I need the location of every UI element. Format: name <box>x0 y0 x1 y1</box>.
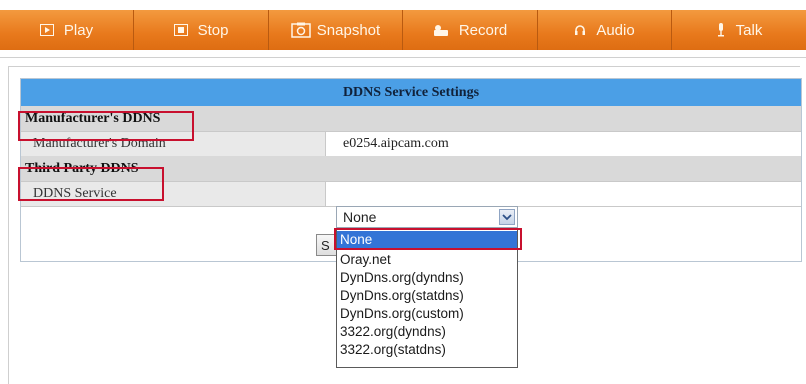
audio-button[interactable]: Audio <box>538 10 672 50</box>
audio-label: Audio <box>596 21 635 39</box>
toolbar: Play Stop Snapshot Record Audio Talk <box>0 0 806 58</box>
option-oray[interactable]: Oray.net <box>337 251 517 269</box>
play-button[interactable]: Play <box>0 10 134 50</box>
panel-title: DDNS Service Settings <box>342 84 480 100</box>
manufacturer-domain-value: e0254.aipcam.com <box>343 136 449 151</box>
toolbar-strip: Play Stop Snapshot Record Audio Talk <box>0 10 806 50</box>
stop-button[interactable]: Stop <box>134 10 269 50</box>
record-button[interactable]: Record <box>403 10 538 50</box>
option-3322-dyndns[interactable]: 3322.org(dyndns) <box>337 323 517 341</box>
save-button-label: S <box>321 237 330 253</box>
headphones-icon <box>574 24 586 36</box>
record-label: Record <box>458 21 508 39</box>
snapshot-label: Snapshot <box>316 21 381 39</box>
talk-button[interactable]: Talk <box>672 10 806 50</box>
option-dyndns-statdns[interactable]: DynDns.org(statdns) <box>337 287 517 305</box>
option-dyndns-custom[interactable]: DynDns.org(custom) <box>337 305 517 323</box>
highlight-third-party-ddns <box>18 167 164 201</box>
option-3322-statdns[interactable]: 3322.org(statdns) <box>337 341 517 359</box>
play-label: Play <box>63 21 94 39</box>
record-icon <box>433 24 449 36</box>
camera-icon <box>291 22 311 38</box>
stop-label: Stop <box>197 21 229 39</box>
talk-label: Talk <box>735 21 763 39</box>
highlight-selected-option <box>334 228 522 250</box>
ddns-service-select[interactable]: None <box>336 206 518 228</box>
play-icon <box>39 24 54 36</box>
snapshot-button[interactable]: Snapshot <box>269 10 403 50</box>
microphone-icon <box>716 23 726 37</box>
highlight-manufacturer-ddns <box>18 111 194 141</box>
option-dyndns-dyndns[interactable]: DynDns.org(dyndns) <box>337 269 517 287</box>
chevron-down-icon[interactable] <box>499 209 515 225</box>
stop-icon <box>173 24 188 36</box>
ddns-service-selected: None <box>343 209 377 225</box>
panel-header: DDNS Service Settings <box>21 79 801 106</box>
